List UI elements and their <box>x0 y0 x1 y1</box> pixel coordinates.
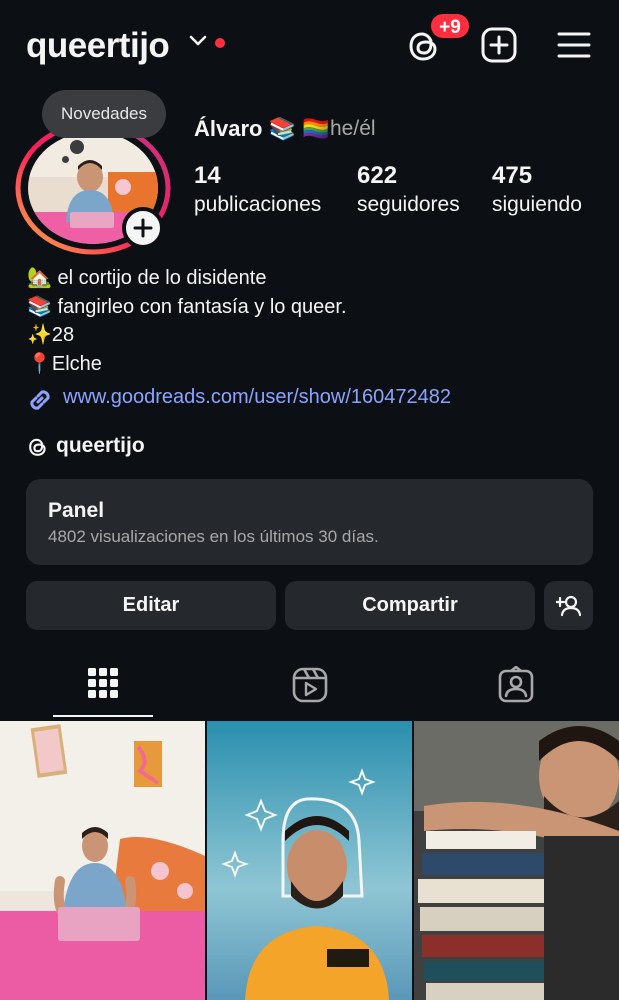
threads-small-icon <box>29 438 46 456</box>
stat-following-label: siguiendo <box>492 193 582 216</box>
stat-posts[interactable]: 14 publicaciones <box>194 162 321 217</box>
tab-reels[interactable] <box>206 656 412 718</box>
stat-followers-value: 622 <box>357 162 398 189</box>
panel-subtitle: 4802 visualizaciones en los últimos 30 d… <box>48 527 379 546</box>
unread-dot <box>215 38 225 48</box>
active-tab-indicator <box>53 715 153 717</box>
bio-line-2: 📚 fangirleo con fantasía y lo queer. <box>27 296 347 318</box>
add-person-icon <box>556 595 582 617</box>
notes-bubble-tail <box>70 140 84 154</box>
notification-badge[interactable]: +9 <box>429 12 471 40</box>
stat-following[interactable]: 475 siguiendo <box>492 162 582 217</box>
stat-followers-label: seguidores <box>357 193 460 216</box>
panel-title: Panel <box>48 499 105 522</box>
create-icon[interactable] <box>480 26 518 64</box>
stat-followers[interactable]: 622 seguidores <box>357 162 460 217</box>
bio-line-3: ✨28 <box>27 324 75 346</box>
edit-profile-button[interactable]: Editar <box>26 581 276 630</box>
pronouns: he/él <box>330 117 376 140</box>
grid-post-1[interactable] <box>0 721 205 1000</box>
stat-posts-value: 14 <box>194 162 221 189</box>
chevron-down-icon[interactable] <box>188 34 208 48</box>
bio-link-text[interactable]: www.goodreads.com/user/show/160472482 <box>63 386 451 409</box>
display-name: Álvaro 📚 🏳️‍🌈 <box>194 116 330 141</box>
grid-post-2[interactable] <box>207 721 412 1000</box>
tagged-icon <box>498 666 534 703</box>
reels-icon <box>292 667 328 703</box>
tab-tagged[interactable] <box>412 656 618 718</box>
notes-bubble[interactable]: Novedades <box>42 90 166 138</box>
link-icon <box>30 390 50 410</box>
bio-line-4: 📍Elche <box>27 353 102 375</box>
profile-avatar[interactable]: Novedades <box>14 90 172 256</box>
discover-people-button[interactable] <box>544 581 593 630</box>
bio-line-1: 🏡 el cortijo de lo disidente <box>27 267 267 289</box>
threads-handle: queertijo <box>56 434 145 457</box>
stat-following-value: 475 <box>492 162 533 189</box>
tab-posts-grid[interactable] <box>0 656 206 718</box>
plus-icon <box>133 218 153 238</box>
header: queertijo +9 <box>0 0 619 90</box>
share-profile-button[interactable]: Compartir <box>285 581 535 630</box>
add-story-button[interactable] <box>122 207 164 249</box>
username-title[interactable]: queertijo <box>26 26 170 66</box>
grid-post-3[interactable] <box>414 721 619 1000</box>
menu-icon[interactable] <box>556 28 592 62</box>
grid-icon <box>88 668 118 698</box>
notes-bubble-tail-small <box>62 156 69 163</box>
stat-posts-label: publicaciones <box>194 193 322 216</box>
professional-dashboard[interactable]: Panel 4802 visualizaciones en los último… <box>26 479 593 565</box>
